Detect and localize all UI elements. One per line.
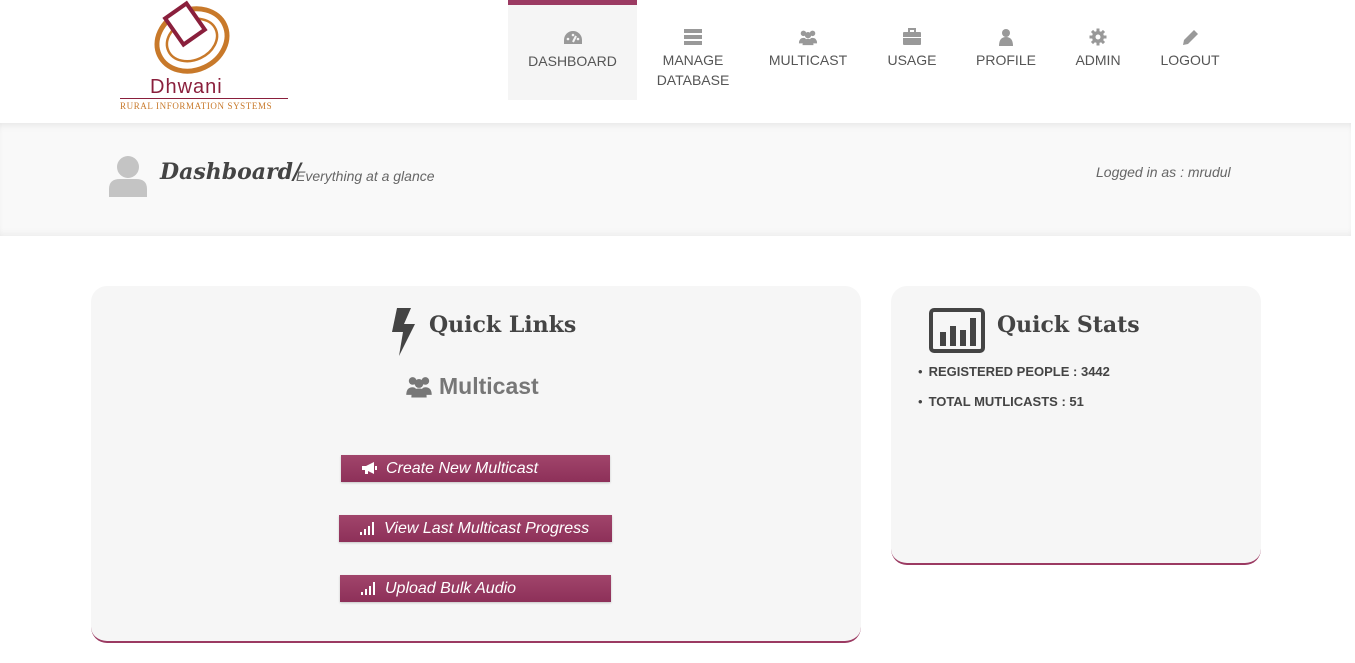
nav-admin-label: ADMIN xyxy=(1075,52,1121,68)
database-icon xyxy=(684,29,702,45)
top-bar: Dhwani RURAL INFORMATION SYSTEMS DASHBOA… xyxy=(0,0,1355,123)
multicast-section-title: Multicast xyxy=(439,373,539,399)
nav-profile-label: PROFILE xyxy=(976,52,1036,68)
nav-logout-label: LOGOUT xyxy=(1160,52,1220,68)
nav-usage[interactable]: USAGE xyxy=(879,0,945,100)
quick-links-heading: Quick Links xyxy=(429,312,577,338)
group-icon xyxy=(798,30,818,46)
quick-stats-list: REGISTERED PEOPLE : 3442 TOTAL MUTLICAST… xyxy=(918,364,1110,424)
logo-tagline: RURAL INFORMATION SYSTEMS xyxy=(120,101,273,111)
quick-stats-heading: Quick Stats xyxy=(997,312,1140,338)
logged-in-status: Logged in as : mrudul xyxy=(1096,164,1231,180)
user-avatar-icon xyxy=(109,156,147,197)
lightning-icon xyxy=(392,308,415,356)
nav-usage-label: USAGE xyxy=(887,52,937,68)
nav-manage-database[interactable]: MANAGE DATABASE xyxy=(647,0,739,100)
view-last-multicast-progress-button[interactable]: View Last Multicast Progress xyxy=(339,515,612,542)
logo-divider xyxy=(120,98,288,99)
nav-multicast[interactable]: MULTICAST xyxy=(761,0,855,100)
nav-profile[interactable]: PROFILE xyxy=(970,0,1042,100)
nav-admin[interactable]: ADMIN xyxy=(1068,0,1128,100)
stat-total-multicasts: TOTAL MUTLICASTS : 51 xyxy=(918,394,1110,410)
signal-icon xyxy=(361,582,375,595)
dashboard-icon xyxy=(563,31,582,44)
user-icon xyxy=(999,29,1013,46)
briefcase-icon xyxy=(903,28,921,45)
signal-icon xyxy=(360,522,374,535)
nav-dashboard-label: DASHBOARD xyxy=(528,53,617,69)
group-icon xyxy=(406,377,432,398)
logo-emblem-icon xyxy=(154,0,230,74)
nav-logout[interactable]: LOGOUT xyxy=(1156,0,1224,100)
upload-bulk-audio-button[interactable]: Upload Bulk Audio xyxy=(340,575,611,602)
nav-manage-database-label: MANAGE DATABASE xyxy=(656,52,730,88)
page-title: Dashboard/ xyxy=(160,159,302,185)
bar-chart-icon xyxy=(929,308,985,353)
create-new-multicast-label: Create New Multicast xyxy=(386,460,539,477)
gear-icon xyxy=(1089,28,1107,46)
page-subtitle: Everything at a glance xyxy=(296,168,435,184)
dhwani-logo[interactable]: Dhwani RURAL INFORMATION SYSTEMS xyxy=(112,0,297,118)
upload-bulk-audio-label: Upload Bulk Audio xyxy=(385,580,517,597)
nav-multicast-label: MULTICAST xyxy=(768,52,848,68)
logo-name: Dhwani xyxy=(150,76,223,98)
view-last-multicast-progress-label: View Last Multicast Progress xyxy=(384,520,590,537)
megaphone-icon xyxy=(362,462,377,474)
create-new-multicast-button[interactable]: Create New Multicast xyxy=(341,455,610,482)
pencil-icon xyxy=(1183,30,1198,45)
nav-dashboard[interactable]: DASHBOARD xyxy=(508,0,637,100)
stat-registered-people: REGISTERED PEOPLE : 3442 xyxy=(918,364,1110,380)
